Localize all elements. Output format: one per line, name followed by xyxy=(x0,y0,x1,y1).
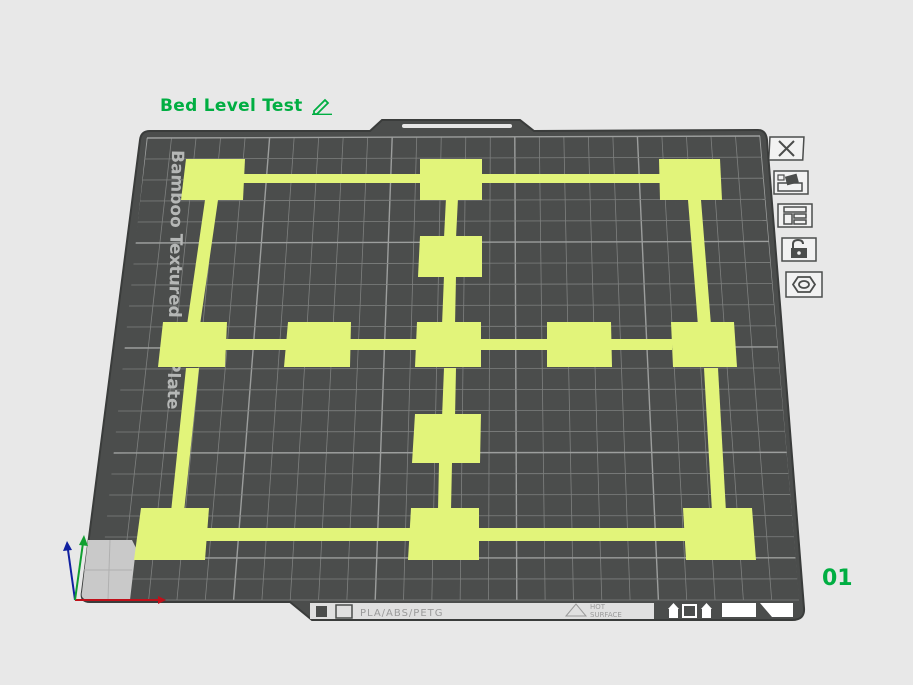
plate-settings-button[interactable] xyxy=(785,271,823,298)
pad-mid-right xyxy=(671,322,737,367)
hexagon-settings-icon xyxy=(785,271,823,298)
surface-label-line2: SURFACE xyxy=(590,611,622,619)
pad-top-left xyxy=(181,159,245,200)
3d-viewport[interactable]: Bamboo Textured PEI Plate PLA/ABS/PETG H… xyxy=(0,0,913,685)
pad-bottom-center xyxy=(408,508,479,560)
pad-top-right xyxy=(659,159,722,200)
bed-tab-highlight xyxy=(402,124,512,128)
pad-mid-left xyxy=(158,322,227,367)
lock-button[interactable] xyxy=(781,237,817,262)
close-plate-button[interactable] xyxy=(767,136,805,161)
lock-icon xyxy=(781,237,817,262)
arrange-icon xyxy=(777,203,813,228)
pad-bottom-right xyxy=(683,508,756,560)
close-icon xyxy=(767,136,805,161)
pad-mid-left-inner xyxy=(284,322,351,367)
pad-top-center xyxy=(420,159,482,200)
orient-icon xyxy=(773,170,809,195)
plate-title[interactable]: Bed Level Test xyxy=(160,96,333,116)
auto-orient-button[interactable] xyxy=(773,170,809,195)
plate-title-text: Bed Level Test xyxy=(160,96,303,116)
pad-upper-mid xyxy=(418,236,482,277)
pad-center xyxy=(415,322,481,367)
pad-lower-mid xyxy=(412,414,481,463)
edit-pencil-icon[interactable] xyxy=(311,97,333,116)
plate-logo-icon xyxy=(316,606,327,617)
filament-label: PLA/ABS/PETG xyxy=(360,608,444,619)
pad-bottom-left xyxy=(134,508,209,560)
plate-number: 01 xyxy=(822,566,853,591)
surface-label-line1: HOT xyxy=(590,603,606,611)
build-plate[interactable]: Bamboo Textured PEI Plate PLA/ABS/PETG H… xyxy=(0,0,913,685)
arrange-button[interactable] xyxy=(777,203,813,228)
pad-mid-right-inner xyxy=(547,322,612,367)
